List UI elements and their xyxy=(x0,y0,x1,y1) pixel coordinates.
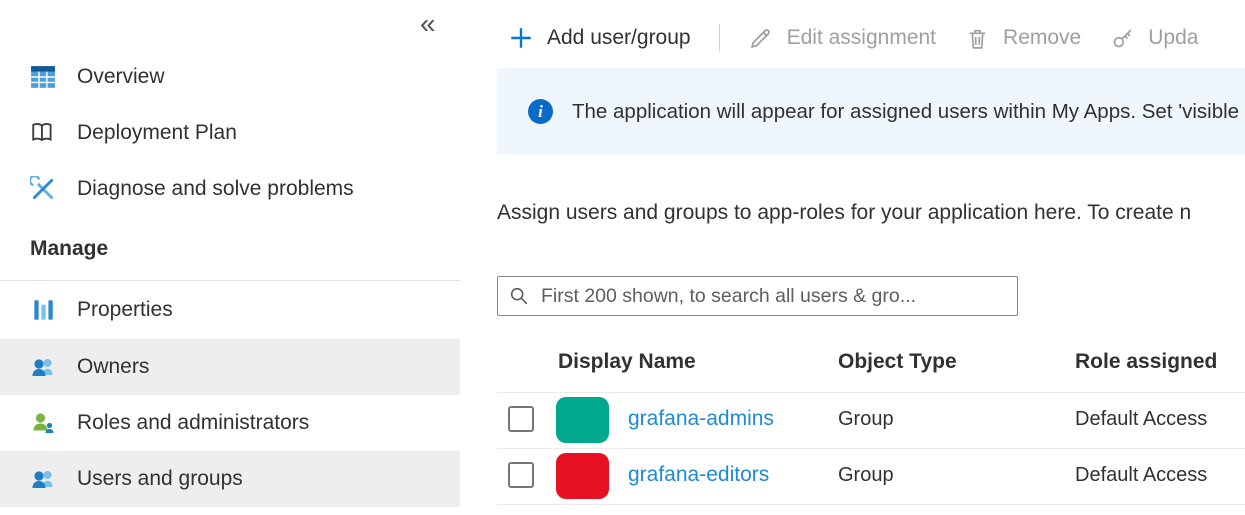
command-bar: Add user/group Edit assignment Remove Up… xyxy=(497,16,1198,60)
people-icon xyxy=(30,354,56,380)
sidebar-item-owners[interactable]: Owners xyxy=(0,339,460,395)
object-type-cell: Group xyxy=(838,464,894,487)
app-window: « Overview Deployment Plan Diagnose and … xyxy=(0,0,1245,515)
plus-icon xyxy=(508,25,534,51)
sidebar-item-diagnose[interactable]: Diagnose and solve problems xyxy=(0,161,460,217)
info-banner-text: The application will appear for assigned… xyxy=(572,100,1239,124)
info-banner: i The application will appear for assign… xyxy=(497,68,1245,155)
display-name-link[interactable]: grafana-editors xyxy=(628,463,769,487)
sidebar-item-deployment-plan[interactable]: Deployment Plan xyxy=(0,105,460,161)
display-name-link[interactable]: grafana-admins xyxy=(628,407,774,431)
search-icon xyxy=(508,283,530,309)
add-user-group-button[interactable]: Add user/group xyxy=(508,25,691,51)
sidebar-item-label: Roles and administrators xyxy=(77,411,309,435)
sidebar-nav: Overview Deployment Plan Diagnose and so… xyxy=(0,49,460,507)
sidebar-item-label: Owners xyxy=(77,355,149,379)
intro-text: Assign users and groups to app-roles for… xyxy=(497,201,1245,225)
sidebar-item-label: Diagnose and solve problems xyxy=(77,177,354,201)
key-icon xyxy=(1109,25,1135,51)
edit-assignment-label: Edit assignment xyxy=(787,26,936,50)
search-input[interactable] xyxy=(539,284,1007,309)
column-header-role-assigned: Role assigned xyxy=(1075,350,1217,374)
edit-assignment-button[interactable]: Edit assignment xyxy=(748,25,936,51)
grid-icon xyxy=(30,64,56,90)
bars-icon xyxy=(30,297,56,323)
sidebar-item-label: Properties xyxy=(77,298,173,322)
column-header-display-name: Display Name xyxy=(558,350,696,374)
person-icon xyxy=(30,410,56,436)
update-credentials-label: Upda xyxy=(1148,26,1198,50)
sidebar-item-label: Users and groups xyxy=(77,467,243,491)
assignments-table: Display Name Object Type Role assigned g… xyxy=(497,336,1245,505)
remove-button[interactable]: Remove xyxy=(964,25,1081,51)
sidebar-item-label: Overview xyxy=(77,65,165,89)
sidebar: « Overview Deployment Plan Diagnose and … xyxy=(0,0,460,515)
book-icon xyxy=(30,120,56,146)
sidebar-section-manage: Manage xyxy=(0,217,460,281)
sidebar-item-overview[interactable]: Overview xyxy=(0,49,460,105)
table-row[interactable]: grafana-editors Group Default Access xyxy=(497,449,1245,505)
pencil-icon xyxy=(748,25,774,51)
role-cell: Default Access xyxy=(1075,408,1207,431)
people-icon xyxy=(30,466,56,492)
column-header-object-type: Object Type xyxy=(838,350,957,374)
search-box xyxy=(497,276,1018,316)
sidebar-item-properties[interactable]: Properties xyxy=(0,281,460,339)
table-row[interactable]: grafana-admins Group Default Access xyxy=(497,393,1245,449)
role-cell: Default Access xyxy=(1075,464,1207,487)
trash-icon xyxy=(964,25,990,51)
object-type-cell: Group xyxy=(838,408,894,431)
sidebar-collapse-button[interactable]: « xyxy=(420,10,436,38)
group-avatar xyxy=(556,397,609,443)
table-header-row: Display Name Object Type Role assigned xyxy=(497,336,1245,393)
toolbar-separator xyxy=(719,24,720,52)
sidebar-item-users-and-groups[interactable]: Users and groups xyxy=(0,451,460,507)
tools-icon xyxy=(30,176,56,202)
group-avatar xyxy=(556,453,609,499)
remove-label: Remove xyxy=(1003,26,1081,50)
sidebar-item-roles-administrators[interactable]: Roles and administrators xyxy=(0,395,460,451)
update-credentials-button[interactable]: Upda xyxy=(1109,25,1198,51)
sidebar-item-label: Deployment Plan xyxy=(77,121,237,145)
add-user-group-label: Add user/group xyxy=(547,26,691,50)
row-checkbox[interactable] xyxy=(508,462,534,488)
row-checkbox[interactable] xyxy=(508,406,534,432)
info-icon: i xyxy=(528,99,553,124)
